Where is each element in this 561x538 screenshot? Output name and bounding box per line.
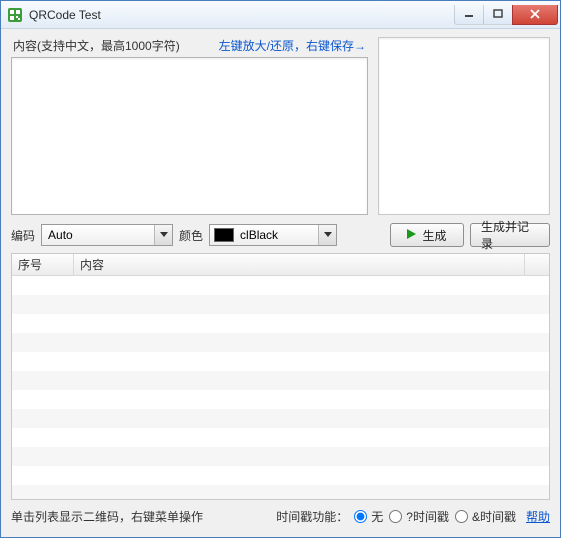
maximize-icon xyxy=(493,9,503,19)
encoding-value: Auto xyxy=(42,228,154,242)
content-column: 内容(支持中文，最高1000字符) 左键放大/还原，右键保存→ xyxy=(11,37,368,215)
listview-body[interactable] xyxy=(12,276,549,499)
generate-record-button-label: 生成并记录 xyxy=(481,218,539,252)
play-icon xyxy=(407,228,416,242)
maximize-button[interactable] xyxy=(483,5,513,25)
color-label: 颜色 xyxy=(179,227,203,244)
radio-question-label: ?时间戳 xyxy=(406,508,449,525)
column-header-index[interactable]: 序号 xyxy=(12,254,74,275)
window-buttons xyxy=(455,5,558,25)
zoom-hint-label: 左键放大/还原，右键保存→ xyxy=(219,37,366,54)
radio-question-input[interactable] xyxy=(389,510,402,523)
minimize-icon xyxy=(464,9,474,19)
titlebar[interactable]: QRCode Test xyxy=(1,1,560,29)
encoding-combobox[interactable]: Auto xyxy=(41,224,173,246)
color-combobox[interactable]: clBlack xyxy=(209,224,337,246)
radio-none-label: 无 xyxy=(371,508,383,525)
listview-header: 序号 内容 xyxy=(12,254,549,276)
color-swatch xyxy=(214,228,234,242)
app-window: QRCode Test 内容(支持中文，最高1000字符) 左键放大/还原，右键… xyxy=(0,0,561,538)
chevron-down-icon xyxy=(318,225,336,245)
qrcode-preview[interactable] xyxy=(378,37,550,215)
client-area: 内容(支持中文，最高1000字符) 左键放大/还原，右键保存→ 编码 Auto … xyxy=(1,29,560,537)
color-name: clBlack xyxy=(240,228,318,242)
timestamp-label: 时间戳功能： xyxy=(276,508,348,525)
top-row: 内容(支持中文，最高1000字符) 左键放大/还原，右键保存→ xyxy=(11,37,550,215)
window-title: QRCode Test xyxy=(29,8,101,22)
radio-amp-ts[interactable]: &时间戳 xyxy=(455,508,516,525)
column-header-content[interactable]: 内容 xyxy=(74,254,525,275)
radio-amp-label: &时间戳 xyxy=(472,508,516,525)
generate-record-button[interactable]: 生成并记录 xyxy=(470,223,550,247)
radio-amp-input[interactable] xyxy=(455,510,468,523)
footer-hint: 单击列表显示二维码，右键菜单操作 xyxy=(11,508,203,525)
radio-question-ts[interactable]: ?时间戳 xyxy=(389,508,449,525)
radio-none[interactable]: 无 xyxy=(354,508,383,525)
column-header-tail[interactable] xyxy=(525,254,549,275)
content-textarea[interactable] xyxy=(11,57,368,215)
content-label-row: 内容(支持中文，最高1000字符) 左键放大/还原，右键保存→ xyxy=(11,37,368,55)
app-icon xyxy=(7,7,23,23)
generate-button-label: 生成 xyxy=(422,227,446,244)
help-link[interactable]: 帮助 xyxy=(526,508,550,525)
close-button[interactable] xyxy=(512,5,558,25)
close-icon xyxy=(529,9,541,19)
generate-button[interactable]: 生成 xyxy=(390,223,464,247)
encoding-label: 编码 xyxy=(11,227,35,244)
controls-row: 编码 Auto 颜色 clBlack 生成 xyxy=(11,215,550,253)
history-listview[interactable]: 序号 内容 xyxy=(11,253,550,500)
minimize-button[interactable] xyxy=(454,5,484,25)
chevron-down-icon xyxy=(154,225,172,245)
content-label: 内容(支持中文，最高1000字符) xyxy=(13,37,180,54)
radio-none-input[interactable] xyxy=(354,510,367,523)
bottom-bar: 单击列表显示二维码，右键菜单操作 时间戳功能： 无 ?时间戳 &时间戳 帮助 xyxy=(11,500,550,529)
